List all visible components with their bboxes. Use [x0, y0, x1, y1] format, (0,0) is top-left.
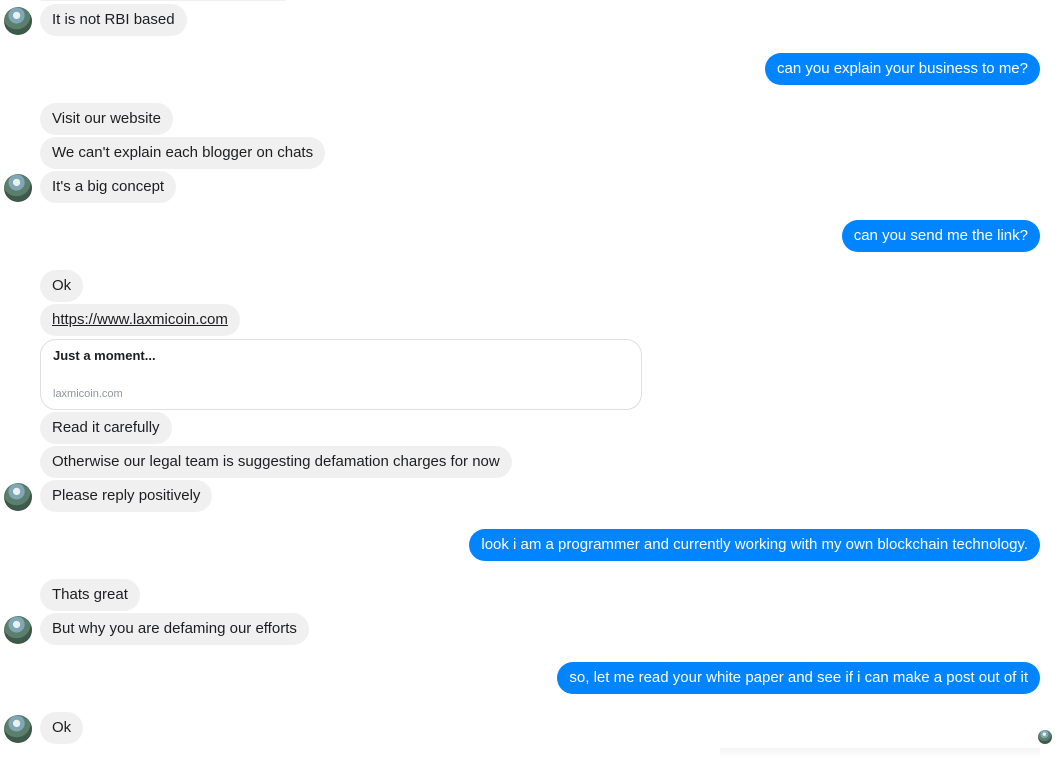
incoming-message: Thats great [40, 579, 140, 611]
outgoing-message: can you send me the link? [841, 220, 1040, 252]
outgoing-message: so, let me read your white paper and see… [557, 662, 1040, 694]
link-preview-domain: laxmicoin.com [53, 388, 123, 400]
contact-avatar[interactable] [4, 483, 32, 511]
incoming-message: We can't explain each blogger on chats [40, 137, 326, 169]
incoming-message: But why you are defaming our efforts [40, 613, 309, 645]
website-link[interactable]: https://www.laxmicoin.com [52, 311, 228, 328]
contact-avatar[interactable] [4, 616, 32, 644]
incoming-message: Ok [40, 712, 84, 744]
incoming-link-message[interactable]: https://www.laxmicoin.com [40, 304, 240, 336]
incoming-message: It's a big concept [40, 171, 177, 203]
link-preview-title: Just a moment... [53, 348, 156, 363]
incoming-message: Read it carefully [40, 412, 172, 444]
incoming-message: It is not RBI based [40, 4, 187, 36]
seen-indicator-avatar [1038, 730, 1052, 744]
incoming-message: Please reply positively [40, 480, 213, 512]
outgoing-message: can you explain your business to me? [765, 53, 1040, 85]
contact-avatar[interactable] [4, 715, 32, 743]
previous-message-edge [40, 0, 286, 1]
composer-edge [720, 748, 1040, 758]
incoming-message: Otherwise our legal team is suggesting d… [40, 446, 512, 478]
contact-avatar[interactable] [4, 7, 32, 35]
incoming-message: Ok [40, 270, 84, 302]
contact-avatar[interactable] [4, 174, 32, 202]
incoming-message: Visit our website [40, 103, 173, 135]
link-preview-card[interactable]: Just a moment... laxmicoin.com [40, 339, 642, 410]
outgoing-message: look i am a programmer and currently wor… [469, 529, 1040, 561]
